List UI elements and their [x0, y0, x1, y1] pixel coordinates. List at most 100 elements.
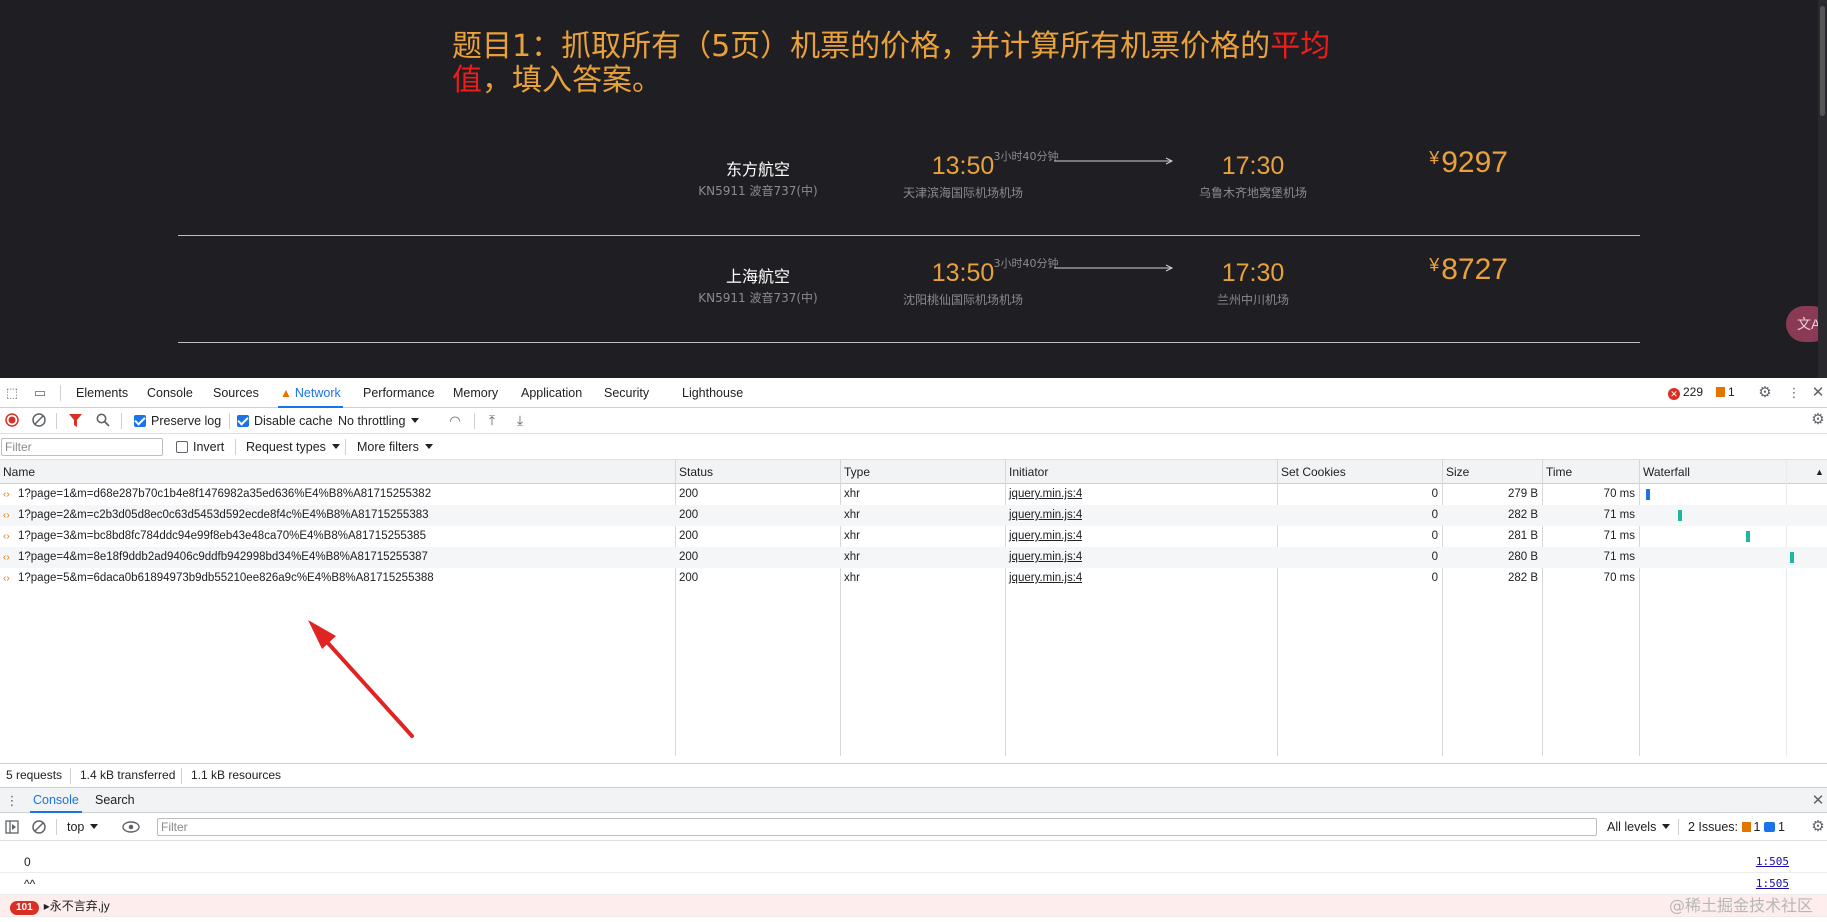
- tab-application[interactable]: Application: [519, 378, 584, 408]
- record-stop-icon[interactable]: [5, 413, 19, 427]
- clear-icon[interactable]: [32, 413, 46, 427]
- devtools-tabbar: ⬚ ▭ Elements Console Sources ▲ Network Pe…: [0, 378, 1827, 408]
- flight-airline: 东方航空: [725, 160, 790, 179]
- device-toolbar-icon[interactable]: ▭: [32, 386, 48, 400]
- error-repeat-count-badge: 101: [10, 901, 39, 915]
- drawer-tabbar: ⋮ Console Search ✕: [0, 787, 1827, 813]
- chevron-down-icon: [424, 444, 433, 449]
- preserve-log-checkbox[interactable]: Preserve log: [134, 414, 221, 428]
- row-divider: [178, 342, 1640, 343]
- warning-count-badge[interactable]: 1: [1716, 385, 1735, 399]
- watermark: @稀土掘金技术社区: [1668, 896, 1813, 915]
- tab-network[interactable]: ▲ Network: [278, 378, 343, 408]
- divider: [181, 768, 182, 784]
- tab-console[interactable]: Console: [145, 378, 195, 408]
- divider: [56, 819, 57, 835]
- console-filter-input[interactable]: Filter: [157, 818, 1597, 836]
- console-toolbar: top Filter All levels 2 Issues: 1 1 ⚙: [0, 813, 1827, 841]
- duration-arrow-icon: [1054, 264, 1174, 272]
- departure-airport: 沈阳桃仙国际机场机场: [902, 293, 1023, 307]
- inspect-element-icon[interactable]: ⬚: [4, 386, 20, 400]
- summary-resources: 1.1 kB resources: [191, 768, 282, 782]
- search-icon[interactable]: [96, 413, 110, 427]
- console-settings-gear-icon[interactable]: ⚙: [1810, 819, 1826, 834]
- network-filter-input[interactable]: Filter: [1, 438, 163, 456]
- chevron-down-icon: [331, 444, 340, 449]
- flight-price: ¥8727: [1429, 253, 1508, 286]
- more-options-icon[interactable]: ⋮: [1786, 386, 1802, 400]
- webpage-viewport: 题目1：抓取所有（5页）机票的价格，并计算所有机票价格的平均 值，填入答案。 东方…: [0, 0, 1827, 378]
- devtools-panel: ⬚ ▭ Elements Console Sources ▲ Network Pe…: [0, 378, 1827, 922]
- console-message: 0 1:505: [0, 851, 1827, 873]
- tab-elements[interactable]: Elements: [74, 378, 130, 408]
- export-har-icon[interactable]: ⤓: [512, 413, 528, 427]
- checkbox-checked[interactable]: [237, 415, 249, 427]
- question-text: 题目1：抓取所有（5页）机票的价格，并计算所有机票价格的平均 值，填入答案。: [452, 29, 1331, 98]
- flight-airline: 上海航空: [725, 267, 790, 286]
- checkbox-checked[interactable]: [134, 415, 146, 427]
- red-annotation-arrow-icon: [308, 620, 414, 738]
- flight-aircraft: KN5911 波音737(中): [698, 291, 818, 305]
- network-summary-bar: 5 requests 1.4 kB transferred 1.1 kB res…: [0, 763, 1827, 787]
- warning-icon: ▲: [280, 386, 292, 400]
- close-drawer-icon[interactable]: ✕: [1810, 793, 1826, 808]
- chevron-down-icon: [90, 824, 99, 829]
- summary-transferred: 1.4 kB transferred: [80, 768, 176, 782]
- divider: [70, 768, 71, 784]
- context-select[interactable]: top: [67, 820, 99, 834]
- issues-button[interactable]: 2 Issues: 1 1: [1688, 820, 1785, 834]
- tab-sources[interactable]: Sources: [211, 378, 261, 408]
- network-conditions-icon[interactable]: ◠: [447, 414, 463, 428]
- arrival-airport: 乌鲁木齐地窝堡机场: [1198, 186, 1307, 200]
- more-filters-dropdown[interactable]: More filters: [357, 440, 433, 454]
- log-levels-dropdown[interactable]: All levels: [1607, 820, 1671, 834]
- chevron-down-icon: [411, 418, 420, 423]
- request-types-dropdown[interactable]: Request types: [246, 440, 340, 454]
- summary-requests: 5 requests: [6, 768, 63, 782]
- departure-airport: 天津滨海国际机场机场: [902, 186, 1023, 200]
- error-icon: ✕: [1668, 388, 1680, 400]
- warning-icon: [1741, 822, 1751, 832]
- divider: [60, 385, 61, 401]
- throttling-select[interactable]: No throttling: [338, 414, 420, 428]
- divider: [229, 413, 230, 429]
- scrollbar-thumb[interactable]: [1820, 6, 1825, 116]
- duration-arrow-icon: [1054, 157, 1174, 165]
- drawer-tab-console[interactable]: Console: [30, 788, 82, 813]
- drawer-menu-icon[interactable]: ⋮: [4, 794, 20, 808]
- divider: [235, 439, 236, 455]
- import-har-icon[interactable]: ⤒: [484, 413, 500, 427]
- settings-gear-icon[interactable]: ⚙: [1757, 385, 1773, 400]
- divider: [1678, 819, 1679, 835]
- tab-memory[interactable]: Memory: [451, 378, 500, 408]
- network-toolbar: Preserve log Disable cache No throttling…: [0, 408, 1827, 434]
- console-source-link[interactable]: 1:505: [1756, 851, 1789, 873]
- warning-icon: [1716, 387, 1725, 397]
- checkbox-unchecked[interactable]: [176, 441, 188, 453]
- divider: [121, 413, 122, 429]
- network-filter-bar: Filter Invert Request types More filters: [0, 434, 1827, 460]
- filter-funnel-icon[interactable]: [69, 414, 82, 427]
- error-count-badge[interactable]: ✕ 229: [1668, 385, 1703, 400]
- live-expression-eye-icon[interactable]: [122, 821, 140, 833]
- divider: [56, 413, 57, 429]
- sidebar-toggle-icon[interactable]: [5, 820, 19, 834]
- flight-row: 上海航空 KN5911 波音737(中) 13:50 沈阳桃仙国际机场机场 3小…: [178, 237, 1640, 343]
- row-divider: [178, 235, 1640, 236]
- close-devtools-icon[interactable]: ✕: [1810, 385, 1826, 400]
- tab-security[interactable]: Security: [602, 378, 651, 408]
- network-settings-gear-icon[interactable]: ⚙: [1810, 412, 1826, 427]
- info-message-icon: [1763, 822, 1775, 832]
- invert-checkbox[interactable]: Invert: [176, 440, 224, 454]
- tab-lighthouse[interactable]: Lighthouse: [680, 378, 745, 408]
- flight-aircraft: KN5911 波音737(中): [698, 184, 818, 198]
- arrival-airport: 兰州中川机场: [1216, 293, 1289, 307]
- console-error-message[interactable]: 101 ▸永不言弃,jy: [0, 895, 1827, 917]
- console-message: ^^ 1:505: [0, 873, 1827, 895]
- tab-performance[interactable]: Performance: [361, 378, 437, 408]
- drawer-tab-search[interactable]: Search: [92, 788, 138, 813]
- clear-console-icon[interactable]: [32, 820, 46, 834]
- disable-cache-checkbox[interactable]: Disable cache: [237, 414, 333, 428]
- chevron-down-icon: [1662, 824, 1671, 829]
- page-scrollbar[interactable]: [1818, 0, 1827, 378]
